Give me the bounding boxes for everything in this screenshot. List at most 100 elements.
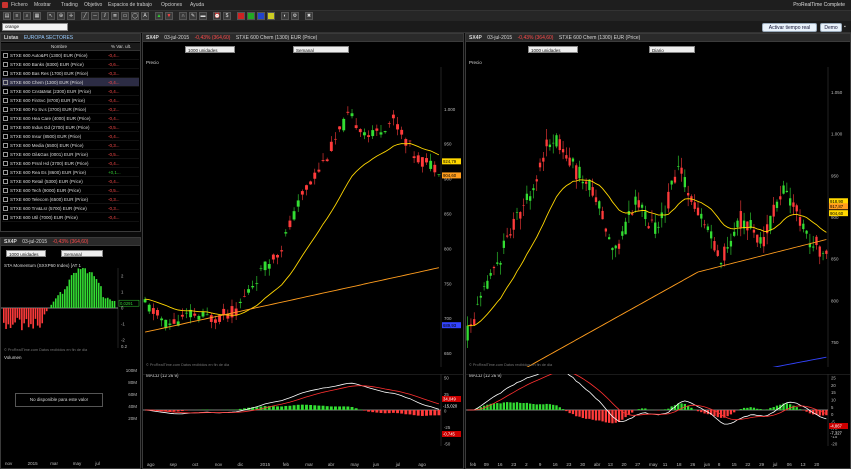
list-item[interactable]: STXE 600 FinSvc (8700) EUR (Price) -0,4..… xyxy=(2,96,139,105)
menu-file[interactable]: Fichero xyxy=(11,2,28,8)
list-item[interactable]: STXE 600 Retail (5300) EUR (Price) -0,4..… xyxy=(2,177,139,186)
price-tick-label: 850 xyxy=(444,212,452,217)
list-col-change[interactable]: % Var. ult. xyxy=(111,44,131,49)
list-item[interactable]: STXE 600 Indus Gd (2700) EUR (Price) -0,5… xyxy=(2,123,139,132)
menu-view[interactable]: Mostrar xyxy=(34,2,51,8)
list-item[interactable]: STXE 600 Rea Es (8600) EUR (Price) +0,1..… xyxy=(2,168,139,177)
list-col-name[interactable]: Nombre xyxy=(51,44,67,49)
weekly-units-select[interactable]: 1000 unidades xyxy=(185,46,235,53)
macd-histogram-bar xyxy=(789,404,792,410)
macd-histogram-bar xyxy=(172,410,176,412)
list-item[interactable]: STXE 600 Hea Care (4000) EUR (Price) -0,4… xyxy=(2,114,139,123)
momentum-bar xyxy=(5,308,7,329)
macd-histogram-bar xyxy=(309,404,313,410)
list-item[interactable]: STXE 600 Telecom (6500) EUR (Price) -0,3.… xyxy=(2,195,139,204)
candle-body xyxy=(673,176,677,183)
list-item[interactable]: STXE 600 Insur (8500) EUR (Price) -0,4... xyxy=(2,132,139,141)
list-item[interactable]: STXE 600 Banks (8300) EUR (Price) -0,6... xyxy=(2,60,139,69)
list-icon[interactable]: ≡ xyxy=(13,12,21,20)
fib-tool-icon[interactable]: ≣ xyxy=(111,12,119,20)
new-chart-icon[interactable]: ▤ xyxy=(3,12,11,20)
list-item[interactable]: STXE 600 Oil&Gas (0001) EUR (Price) -0,5.… xyxy=(2,150,139,159)
list-item-name: STXE 600 Cnst&Mat (2300) EUR (Price) xyxy=(10,89,92,94)
weekly-symbol[interactable]: SX4P xyxy=(146,35,159,41)
x-axis-label: sep xyxy=(169,462,177,467)
list-item[interactable]: STXE 600 Trv&Lsr (5700) EUR (Price) -0,3.… xyxy=(2,204,139,213)
cursor-icon[interactable]: ↖ xyxy=(47,12,55,20)
menu-options[interactable]: Opciones xyxy=(161,2,182,8)
color-green-icon[interactable] xyxy=(247,12,255,20)
weekly-chart-titlebar: SX4P 03-jul-2015 -0,43% (364,60) STXE 60… xyxy=(143,34,463,42)
small-chart-symbol[interactable]: SX4P xyxy=(4,239,17,245)
line-tool-icon[interactable]: ╱ xyxy=(81,12,89,20)
list-item[interactable]: STXE 600 Util (7000) EUR (Price) -0,4... xyxy=(2,213,139,222)
small-chart-units-select[interactable]: 1000 unidades xyxy=(6,250,46,257)
ruler-icon[interactable]: ▬ xyxy=(199,12,207,20)
macd-histogram-bar xyxy=(765,409,769,410)
window-controls-icon[interactable]: ▪ xyxy=(844,24,849,30)
menu-trading[interactable]: Trading xyxy=(61,2,78,8)
scanner-icon[interactable]: ⌕ xyxy=(23,12,31,20)
hline-tool-icon[interactable]: ─ xyxy=(91,12,99,20)
macd-histogram-bar xyxy=(637,409,640,410)
search-input[interactable]: orange xyxy=(2,23,68,31)
list-name-selector[interactable]: EUROPA SECTORES xyxy=(24,35,73,41)
list-item[interactable]: STXE 600 Chem (1300) EUR (Price) -0,4... xyxy=(2,78,139,87)
color-yellow-icon[interactable] xyxy=(267,12,275,20)
candle-body xyxy=(396,124,399,130)
color-blue-icon[interactable] xyxy=(257,12,265,20)
zoom-icon[interactable]: ⊕ xyxy=(57,12,65,20)
ellipse-tool-icon[interactable]: ◯ xyxy=(131,12,139,20)
text-tool-icon[interactable]: A xyxy=(141,12,149,20)
list-item-name: STXE 600 Insur (8500) EUR (Price) xyxy=(10,134,82,139)
list-item[interactable]: STXE 600 Tech (9000) EUR (Price) -0,5... xyxy=(2,186,139,195)
palette-icon[interactable]: ◐ xyxy=(281,12,289,20)
channel-tool-icon[interactable]: ⫽ xyxy=(101,12,109,20)
news-icon[interactable]: ▦ xyxy=(33,12,41,20)
arrow-down-tool-icon[interactable]: ▼ xyxy=(165,12,173,20)
small-chart-period-select[interactable]: Semanal xyxy=(61,250,103,257)
live-data-button[interactable]: Activar tiempo real xyxy=(762,23,817,32)
settings-icon[interactable]: ⚙ xyxy=(291,12,299,20)
list-item[interactable]: STXE 600 Bas Res (1700) EUR (Price) -0,3.… xyxy=(2,69,139,78)
candle-body xyxy=(775,201,779,208)
candle-body xyxy=(746,221,749,231)
price-label: 904,60 xyxy=(443,173,457,178)
list-item[interactable]: STXE 600 Media (5500) EUR (Price) -0,3... xyxy=(2,141,139,150)
candle-body xyxy=(433,164,437,173)
weekly-date: 03-jul-2015 xyxy=(164,35,190,41)
candle-body xyxy=(180,314,184,317)
daily-symbol[interactable]: SX4P xyxy=(469,35,482,41)
candle-body xyxy=(568,157,571,166)
trash-icon[interactable]: ✖ xyxy=(305,12,313,20)
menu-help[interactable]: Ayuda xyxy=(190,2,204,8)
list-item[interactable]: STXE 600 Prsnl Hd (3700) EUR (Price) -0,4… xyxy=(2,159,139,168)
weekly-period-select[interactable]: Semanal xyxy=(293,46,349,53)
rect-tool-icon[interactable]: ▭ xyxy=(121,12,129,20)
x-axis-label: 06 xyxy=(786,462,792,467)
weekly-macd-plot: 50250-25-5034,049-15,020-0,745 xyxy=(143,374,463,446)
order-icon[interactable]: $ xyxy=(223,12,231,20)
menu-target[interactable]: Objetivo xyxy=(84,2,102,8)
candle-body xyxy=(798,217,802,226)
brush-icon[interactable]: ✎ xyxy=(189,12,197,20)
momentum-bar xyxy=(64,289,66,308)
daily-period-select[interactable]: Diario xyxy=(649,46,695,53)
candle-body xyxy=(696,207,700,216)
crosshair-icon[interactable]: ✛ xyxy=(67,12,75,20)
demo-button[interactable]: Demo xyxy=(820,23,842,32)
chart-icon xyxy=(3,188,8,193)
candle-body xyxy=(486,280,489,289)
list-item[interactable]: STXE 600 Auto&Pt (1300) EUR (Price) -0,4.… xyxy=(2,51,139,60)
menu-workspaces[interactable]: Espacios de trabajo xyxy=(108,2,152,8)
list-item[interactable]: STXE 600 Cnst&Mat (2300) EUR (Price) -0,4… xyxy=(2,87,139,96)
candle-body xyxy=(292,211,296,220)
list-item[interactable]: STXE 600 Fo Sv.s (3700) EUR (Price) -0,2.… xyxy=(2,105,139,114)
list-item-name: STXE 600 Hea Care (4000) EUR (Price) xyxy=(10,116,91,121)
alarm-icon[interactable]: ⏰ xyxy=(213,12,221,20)
magnet-icon[interactable]: ∩ xyxy=(179,12,187,20)
arrow-up-tool-icon[interactable]: ▲ xyxy=(155,12,163,20)
macd-histogram-bar xyxy=(408,410,412,415)
daily-units-select[interactable]: 1000 unidades xyxy=(528,46,578,53)
color-red-icon[interactable] xyxy=(237,12,245,20)
